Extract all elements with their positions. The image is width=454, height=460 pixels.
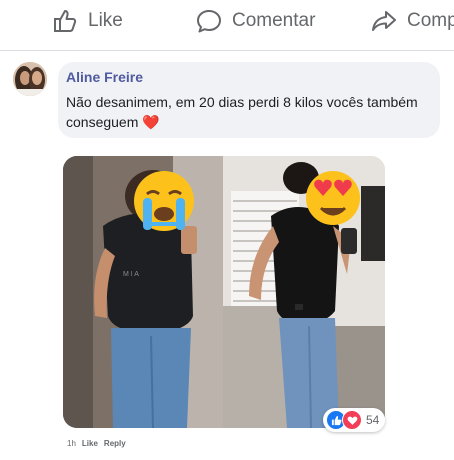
share-label: Comp bbox=[407, 10, 454, 31]
like-button[interactable]: Like bbox=[52, 8, 123, 34]
post-action-bar: Like Comentar Comp bbox=[0, 0, 454, 51]
comment-meta: 1h Like Reply bbox=[67, 439, 126, 448]
comment-body: Não desanimem, em 20 dias perdi 8 kilos … bbox=[66, 94, 418, 130]
comment-timestamp: 1h bbox=[67, 439, 76, 448]
speech-bubble-icon bbox=[196, 8, 222, 34]
thumbs-up-icon bbox=[52, 8, 78, 34]
reaction-summary[interactable]: 54 bbox=[323, 408, 386, 432]
share-button[interactable]: Comp bbox=[371, 8, 454, 34]
svg-text:M I A: M I A bbox=[123, 271, 139, 278]
comment-author[interactable]: Aline Freire bbox=[66, 69, 143, 85]
comment-photo[interactable]: M I A bbox=[63, 156, 385, 428]
share-arrow-icon bbox=[371, 8, 397, 34]
like-label: Like bbox=[88, 10, 123, 31]
comment-like-link[interactable]: Like bbox=[82, 439, 98, 448]
comment-bubble: Aline Freire Não desanimem, em 20 dias p… bbox=[58, 62, 440, 138]
comment-text: Não desanimem, em 20 dias perdi 8 kilos … bbox=[66, 92, 431, 132]
love-reaction-icon bbox=[342, 410, 362, 430]
heart-emoji: ❤️ bbox=[142, 114, 160, 130]
comment-button[interactable]: Comentar bbox=[196, 8, 315, 34]
avatar[interactable] bbox=[13, 62, 47, 96]
comment-reply-link[interactable]: Reply bbox=[104, 439, 126, 448]
comment-label: Comentar bbox=[232, 10, 316, 31]
reaction-count: 54 bbox=[366, 413, 380, 427]
